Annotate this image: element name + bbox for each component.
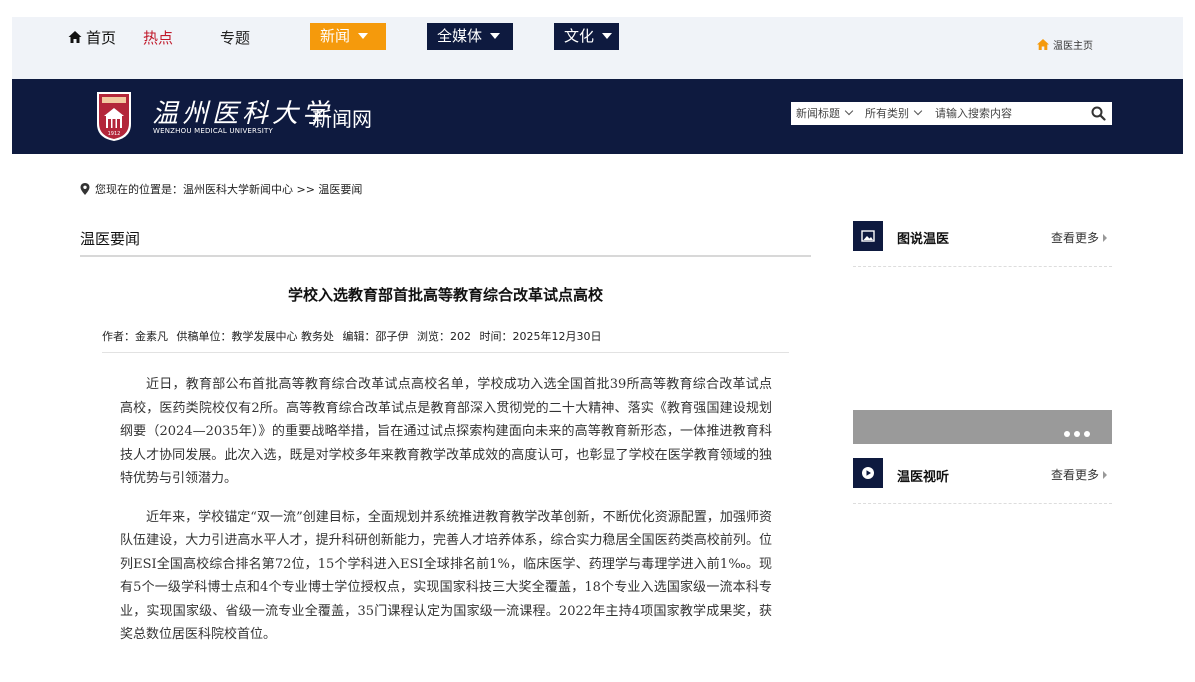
- carousel-dot[interactable]: [1064, 431, 1070, 437]
- photo-section-icon: [853, 221, 883, 251]
- emblem-year: 1912: [108, 131, 121, 137]
- logo-english-name: WENZHOU MEDICAL UNIVERSITY: [153, 127, 273, 135]
- photo-carousel-bar: [853, 410, 1112, 444]
- nav-news-label: 新闻: [320, 27, 351, 45]
- search-type-select[interactable]: 所有类别: [865, 102, 923, 125]
- image-icon: [861, 230, 875, 242]
- meta-author: 作者：金素凡: [102, 330, 168, 343]
- video-more-label: 查看更多: [1051, 468, 1100, 482]
- homepage-link[interactable]: 温医主页: [1037, 37, 1093, 52]
- meta-unit: 供稿单位：教学发展中心 教务处: [176, 330, 335, 343]
- triangle-right-icon: [1103, 471, 1108, 479]
- section-title: 温医要闻: [80, 230, 141, 248]
- video-divider: [853, 503, 1112, 504]
- nav-media-dropdown[interactable]: 全媒体: [427, 23, 513, 50]
- chevron-down-icon: [844, 106, 854, 116]
- nav-culture-label: 文化: [564, 27, 595, 45]
- site-name: 新闻网: [312, 107, 372, 131]
- video-section-icon: [853, 458, 883, 488]
- breadcrumb: 您现在的位置是：温州医科大学新闻中心 >> 温医要闻: [80, 181, 362, 197]
- photo-section-title: 图说温医: [897, 232, 950, 247]
- search-input[interactable]: [935, 104, 1085, 123]
- section-divider: [80, 255, 811, 257]
- article-title: 学校入选教育部首批高等教育综合改革试点高校: [287, 286, 603, 304]
- caret-down-icon: [490, 33, 501, 39]
- carousel-dot[interactable]: [1074, 431, 1080, 437]
- university-emblem-icon[interactable]: 1912: [95, 90, 133, 142]
- meta-editor: 编辑：邵子伊: [342, 330, 409, 343]
- article-meta: 作者：金素凡 供稿单位：教学发展中心 教务处 编辑：邵子伊 浏览：202 时间：…: [102, 328, 607, 344]
- meta-views: 浏览：202: [417, 330, 471, 343]
- search-type-label: 所有类别: [865, 107, 909, 120]
- location-pin-icon: [80, 183, 90, 195]
- carousel-dot[interactable]: [1084, 431, 1090, 437]
- search-icon[interactable]: [1091, 106, 1106, 121]
- nav-culture-dropdown[interactable]: 文化: [554, 23, 619, 50]
- breadcrumb-prefix: 您现在的位置是：: [95, 183, 183, 196]
- triangle-right-icon: [1103, 234, 1108, 242]
- nav-news-dropdown[interactable]: 新闻: [310, 23, 386, 50]
- nav-home[interactable]: 首页: [68, 28, 116, 48]
- home-icon: [68, 31, 82, 43]
- play-icon: [862, 467, 874, 479]
- logo-chinese-name: 温州医科大学: [152, 99, 333, 129]
- header-banner: 1912 温州医科大学 WENZHOU MEDICAL UNIVERSITY 新…: [12, 79, 1183, 154]
- article-paragraph: 近年来，学校锚定“双一流”创建目标，全面规划并系统推进教育教学改革创新，不断优化…: [120, 509, 772, 643]
- breadcrumb-path[interactable]: 温州医科大学新闻中心 >> 温医要闻: [183, 183, 362, 196]
- nav-hot[interactable]: 热点: [143, 28, 173, 48]
- chevron-down-icon: [913, 106, 923, 116]
- nav-topic[interactable]: 专题: [220, 28, 250, 48]
- search-field-select[interactable]: 新闻标题: [796, 102, 854, 125]
- photo-divider: [853, 266, 1112, 267]
- article-body: 近日，教育部公布首批高等教育综合改革试点高校名单，学校成功入选全国首批39所高等…: [120, 373, 772, 662]
- search-field-label: 新闻标题: [796, 107, 840, 120]
- photo-more-link[interactable]: 查看更多: [1051, 229, 1108, 246]
- homepage-label: 温医主页: [1053, 41, 1093, 52]
- house-icon: [1037, 39, 1049, 50]
- nav-home-label: 首页: [86, 29, 117, 47]
- article-paragraph: 近日，教育部公布首批高等教育综合改革试点高校名单，学校成功入选全国首批39所高等…: [120, 377, 772, 486]
- caret-down-icon: [602, 33, 613, 39]
- search-bar: 新闻标题 所有类别: [791, 102, 1112, 125]
- caret-down-icon: [358, 33, 369, 39]
- video-more-link[interactable]: 查看更多: [1051, 466, 1108, 483]
- carousel-dots[interactable]: [1064, 422, 1094, 437]
- meta-time: 时间：2025年12月30日: [479, 330, 602, 343]
- photo-more-label: 查看更多: [1051, 231, 1100, 245]
- nav-media-label: 全媒体: [437, 27, 483, 45]
- meta-divider: [102, 352, 789, 353]
- video-section-title: 温医视听: [897, 470, 950, 485]
